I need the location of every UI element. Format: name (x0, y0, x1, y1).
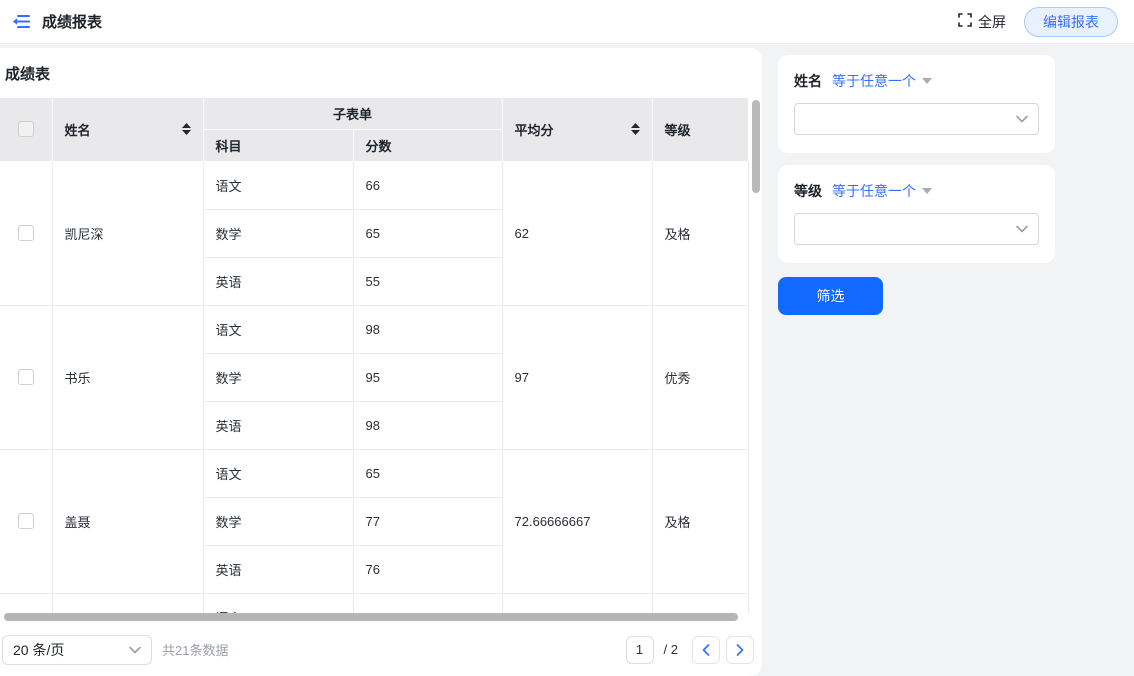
total-pages-label: / 2 (664, 642, 678, 657)
score-cell: 65 (353, 449, 502, 497)
subject-cell: 语文 (203, 161, 353, 209)
fullscreen-label: 全屏 (978, 12, 1006, 32)
fullscreen-icon (958, 13, 972, 30)
edit-report-button[interactable]: 编辑报表 (1024, 7, 1118, 37)
horizontal-scrollbar-thumb[interactable] (4, 613, 738, 621)
subject-cell: 数学 (203, 353, 353, 401)
subject-cell: 语文 (203, 593, 353, 613)
subject-cell: 英语 (203, 401, 353, 449)
average-cell: 62 (502, 161, 652, 305)
chevron-down-icon (1016, 115, 1028, 123)
filter-value-select-grade[interactable] (794, 213, 1039, 245)
select-all-checkbox[interactable] (18, 121, 34, 137)
score-cell: 98 (353, 305, 502, 353)
triangle-down-icon (922, 78, 932, 84)
table-row-partial: 语文64 (0, 593, 748, 613)
page-size-select[interactable]: 20 条/页 (2, 635, 152, 665)
row-checkbox[interactable] (18, 225, 34, 241)
report-card: 成绩表 姓名 (0, 48, 762, 676)
subject-cell: 数学 (203, 209, 353, 257)
collapse-menu-icon[interactable] (10, 11, 32, 33)
filter-operator-dropdown[interactable]: 等于任意一个 (832, 71, 932, 91)
grade-cell (652, 593, 748, 613)
average-cell: 72.66666667 (502, 449, 652, 593)
score-cell: 76 (353, 545, 502, 593)
filter-card-grade: 等级 等于任意一个 (778, 165, 1055, 263)
score-cell: 95 (353, 353, 502, 401)
subject-cell: 数学 (203, 497, 353, 545)
report-table: 姓名 子表单 平均分 (0, 98, 749, 613)
row-select-cell (0, 305, 52, 449)
name-cell: 盖聂 (52, 449, 203, 593)
triangle-down-icon (922, 188, 932, 194)
subject-cell: 英语 (203, 545, 353, 593)
column-header-average[interactable]: 平均分 (502, 98, 652, 161)
score-cell: 55 (353, 257, 502, 305)
total-records-label: 共21条数据 (162, 640, 228, 659)
name-cell: 凯尼深 (52, 161, 203, 305)
table-row: 盖聂语文6572.66666667及格 (0, 449, 748, 497)
filter-operator-dropdown[interactable]: 等于任意一个 (832, 181, 932, 201)
subject-cell: 语文 (203, 449, 353, 497)
average-cell (502, 593, 652, 613)
row-select-cell (0, 593, 52, 613)
select-all-header (0, 98, 52, 161)
subject-cell: 英语 (203, 257, 353, 305)
top-bar: 成绩报表 全屏 编辑报表 (0, 0, 1134, 44)
filter-sidebar: 姓名 等于任意一个 等级 等于任意一个 (762, 48, 1134, 676)
sort-icon[interactable] (182, 123, 191, 135)
table-row: 书乐语文9897优秀 (0, 305, 748, 353)
report-table-viewport: 姓名 子表单 平均分 (0, 98, 762, 613)
chevron-left-icon (702, 644, 710, 656)
subject-cell: 语文 (203, 305, 353, 353)
grade-cell: 优秀 (652, 305, 748, 449)
row-select-cell (0, 449, 52, 593)
grade-cell: 及格 (652, 161, 748, 305)
filter-value-select-name[interactable] (794, 103, 1039, 135)
name-cell: 书乐 (52, 305, 203, 449)
previous-page-button[interactable] (692, 636, 720, 664)
pagination-bar: 20 条/页 共21条数据 / 2 (0, 623, 762, 676)
sort-icon[interactable] (631, 123, 640, 135)
horizontal-scrollbar (0, 613, 762, 623)
row-checkbox[interactable] (18, 513, 34, 529)
name-cell (52, 593, 203, 613)
filter-submit-button[interactable]: 筛选 (778, 277, 883, 315)
table-row: 凯尼深语文6662及格 (0, 161, 748, 209)
column-header-score: 分数 (353, 129, 502, 161)
chevron-right-icon (736, 644, 744, 656)
score-cell: 98 (353, 401, 502, 449)
fullscreen-button[interactable]: 全屏 (958, 12, 1006, 32)
next-page-button[interactable] (726, 636, 754, 664)
average-cell: 97 (502, 305, 652, 449)
column-group-subform: 子表单 (203, 98, 502, 129)
column-header-subject: 科目 (203, 129, 353, 161)
row-checkbox[interactable] (18, 369, 34, 385)
score-cell: 66 (353, 161, 502, 209)
score-cell: 77 (353, 497, 502, 545)
page-title: 成绩报表 (42, 11, 102, 32)
column-header-name[interactable]: 姓名 (52, 98, 203, 161)
filter-field-label: 等级 (794, 181, 822, 201)
filter-card-name: 姓名 等于任意一个 (778, 55, 1055, 153)
row-select-cell (0, 161, 52, 305)
score-cell: 64 (353, 593, 502, 613)
current-page-input[interactable] (626, 636, 654, 664)
grade-cell: 及格 (652, 449, 748, 593)
page-size-label: 20 条/页 (13, 640, 64, 660)
filter-field-label: 姓名 (794, 71, 822, 91)
chevron-down-icon (1016, 225, 1028, 233)
table-title: 成绩表 (5, 63, 762, 84)
column-header-grade: 等级 (652, 98, 748, 161)
chevron-down-icon (129, 646, 141, 654)
score-cell: 65 (353, 209, 502, 257)
vertical-scrollbar-thumb[interactable] (752, 100, 760, 193)
